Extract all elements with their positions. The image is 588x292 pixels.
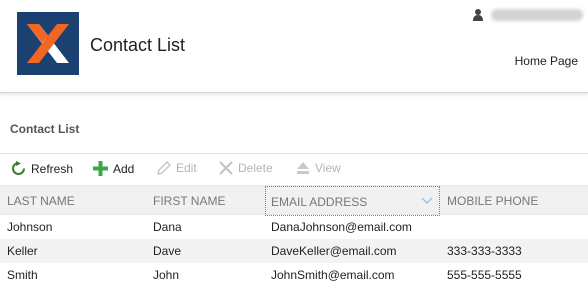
cell-last-name: Johnson bbox=[7, 220, 53, 234]
cell-email: JohnSmith@email.com bbox=[271, 268, 395, 282]
cell-last-name: Keller bbox=[7, 244, 38, 258]
refresh-icon bbox=[12, 161, 25, 175]
table-row[interactable]: Keller Dave DaveKeller@email.com 333-333… bbox=[0, 239, 588, 263]
column-header-last-name[interactable]: LAST NAME bbox=[7, 186, 75, 216]
app-title: Contact List bbox=[90, 35, 186, 55]
column-header-first-name[interactable]: FIRST NAME bbox=[153, 186, 225, 216]
app-header: Contact List Home Page bbox=[0, 0, 588, 93]
pencil-icon bbox=[157, 161, 171, 175]
grid-header: LAST NAME FIRST NAME EMAIL ADDRESS MOBIL… bbox=[0, 185, 588, 216]
close-icon bbox=[219, 161, 233, 175]
user-name bbox=[491, 9, 583, 21]
cell-email: DaveKeller@email.com bbox=[271, 244, 397, 258]
home-page-link[interactable]: Home Page bbox=[515, 54, 578, 68]
column-header-email[interactable]: EMAIL ADDRESS bbox=[265, 186, 440, 216]
delete-button[interactable]: Delete bbox=[219, 161, 273, 175]
table-row[interactable]: Smith John JohnSmith@email.com 555-555-5… bbox=[0, 263, 588, 287]
cell-mobile-phone: 333-333-3333 bbox=[447, 244, 522, 258]
add-button[interactable]: Add bbox=[93, 161, 134, 176]
chevron-down-icon[interactable] bbox=[421, 197, 433, 205]
section-title: Contact List bbox=[10, 122, 80, 136]
refresh-label: Refresh bbox=[31, 161, 74, 176]
view-label: View bbox=[315, 161, 341, 175]
cell-first-name: Dave bbox=[153, 244, 182, 258]
cell-email: DanaJohnson@email.com bbox=[271, 220, 412, 234]
cell-last-name: Smith bbox=[7, 268, 38, 282]
plus-icon bbox=[93, 161, 108, 176]
table-row[interactable]: Johnson Dana DanaJohnson@email.com bbox=[0, 215, 588, 239]
column-header-mobile-phone[interactable]: MOBILE PHONE bbox=[447, 186, 538, 216]
cell-mobile-phone: 555-555-5555 bbox=[447, 268, 522, 282]
user-menu[interactable] bbox=[473, 9, 583, 21]
toolbar: Refresh Add Edit Delete View bbox=[0, 153, 588, 185]
delete-label: Delete bbox=[238, 161, 273, 175]
view-button[interactable]: View bbox=[296, 161, 341, 175]
logo-x-icon bbox=[27, 24, 69, 63]
user-icon bbox=[473, 9, 483, 21]
eject-icon bbox=[297, 162, 309, 174]
cell-first-name: Dana bbox=[153, 220, 182, 234]
refresh-button[interactable]: Refresh bbox=[11, 161, 73, 176]
add-label: Add bbox=[113, 161, 135, 176]
contact-grid: LAST NAME FIRST NAME EMAIL ADDRESS MOBIL… bbox=[0, 185, 588, 287]
column-header-email-label: EMAIL ADDRESS bbox=[271, 195, 368, 209]
app-logo bbox=[17, 12, 79, 75]
edit-label: Edit bbox=[176, 161, 197, 175]
edit-button[interactable]: Edit bbox=[157, 161, 197, 175]
cell-first-name: John bbox=[153, 268, 180, 282]
